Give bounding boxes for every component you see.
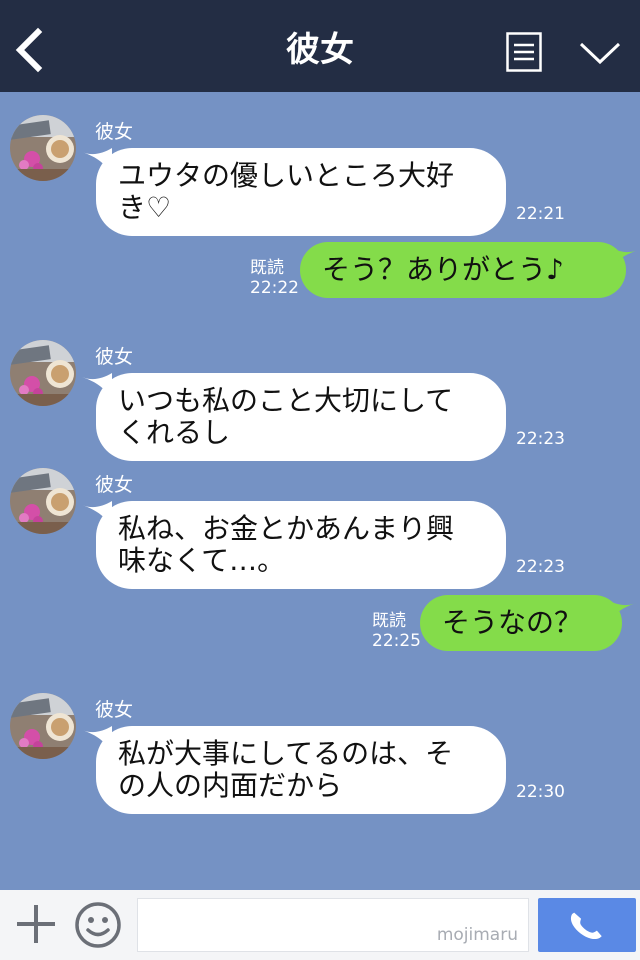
message-text-line: いつも私のこと大切にして xyxy=(118,384,454,417)
message-bubble-incoming[interactable]: ユウタの優しいところ大好 き♡ xyxy=(96,148,506,236)
menu-list-icon xyxy=(506,32,542,72)
message-meta: 既読 22:22 xyxy=(250,258,299,298)
sender-name: 彼女 xyxy=(95,474,134,496)
read-receipt: 既読 xyxy=(372,611,406,631)
emoji-icon xyxy=(75,902,121,948)
composer-bar: mojimaru xyxy=(0,890,640,960)
bubble-tail xyxy=(606,599,636,625)
read-receipt: 既読 xyxy=(250,258,284,278)
call-button[interactable] xyxy=(538,898,636,952)
message-time: 22:21 xyxy=(516,204,565,224)
message-bubble-incoming[interactable]: 私が大事にしてるのは、そ の人の内面だから xyxy=(96,726,506,814)
message-time: 22:23 xyxy=(516,557,565,577)
sender-name: 彼女 xyxy=(95,121,134,143)
sender-name: 彼女 xyxy=(95,699,134,721)
bubble-tail xyxy=(608,246,638,272)
message-bubble-outgoing[interactable]: そうなの？ xyxy=(420,595,622,651)
message-text-line: 私ね、お金とかあんまり興 xyxy=(118,512,455,545)
chevron-down-icon xyxy=(579,42,621,65)
avatar[interactable] xyxy=(10,340,76,406)
phone-icon xyxy=(570,912,602,940)
message-input[interactable]: mojimaru xyxy=(137,898,529,952)
message-text-line: 味なくて…。 xyxy=(118,544,286,577)
chat-area[interactable]: 彼女 ユウタの優しいところ大好 き♡ 22:21 既読 22:22 そう？ありが… xyxy=(0,92,640,890)
message-text: そうなの？ xyxy=(442,606,583,639)
message-bubble-outgoing[interactable]: そう？ありがとう♪ xyxy=(300,242,626,298)
watermark: mojimaru xyxy=(436,925,518,945)
message-text-line: くれるし xyxy=(118,416,231,449)
chat-header: 彼女 xyxy=(0,0,640,92)
emoji-button[interactable] xyxy=(74,901,122,949)
avatar[interactable] xyxy=(10,468,76,534)
message-text-line: 私が大事にしてるのは、そ xyxy=(118,737,454,770)
message-text: そう？ありがとう♪ xyxy=(322,253,564,286)
chat-title: 彼女 xyxy=(286,30,354,70)
message-meta: 既読 22:25 xyxy=(372,611,421,651)
avatar[interactable] xyxy=(10,115,76,181)
collapse-button[interactable] xyxy=(578,34,622,70)
message-bubble-incoming[interactable]: いつも私のこと大切にして くれるし xyxy=(96,373,506,461)
message-time: 22:25 xyxy=(372,631,421,651)
menu-button[interactable] xyxy=(506,32,542,72)
add-button[interactable] xyxy=(14,902,58,946)
sender-name: 彼女 xyxy=(95,346,134,368)
plus-icon xyxy=(17,905,55,943)
avatar[interactable] xyxy=(10,693,76,759)
message-time: 22:23 xyxy=(516,429,565,449)
message-text-line: き♡ xyxy=(118,191,172,224)
message-text-line: の人の内面だから xyxy=(118,769,343,802)
message-text-line: ユウタの優しいところ大好 xyxy=(118,159,455,192)
message-time: 22:22 xyxy=(250,278,299,298)
message-time: 22:30 xyxy=(516,782,565,802)
message-bubble-incoming[interactable]: 私ね、お金とかあんまり興 味なくて…。 xyxy=(96,501,506,589)
